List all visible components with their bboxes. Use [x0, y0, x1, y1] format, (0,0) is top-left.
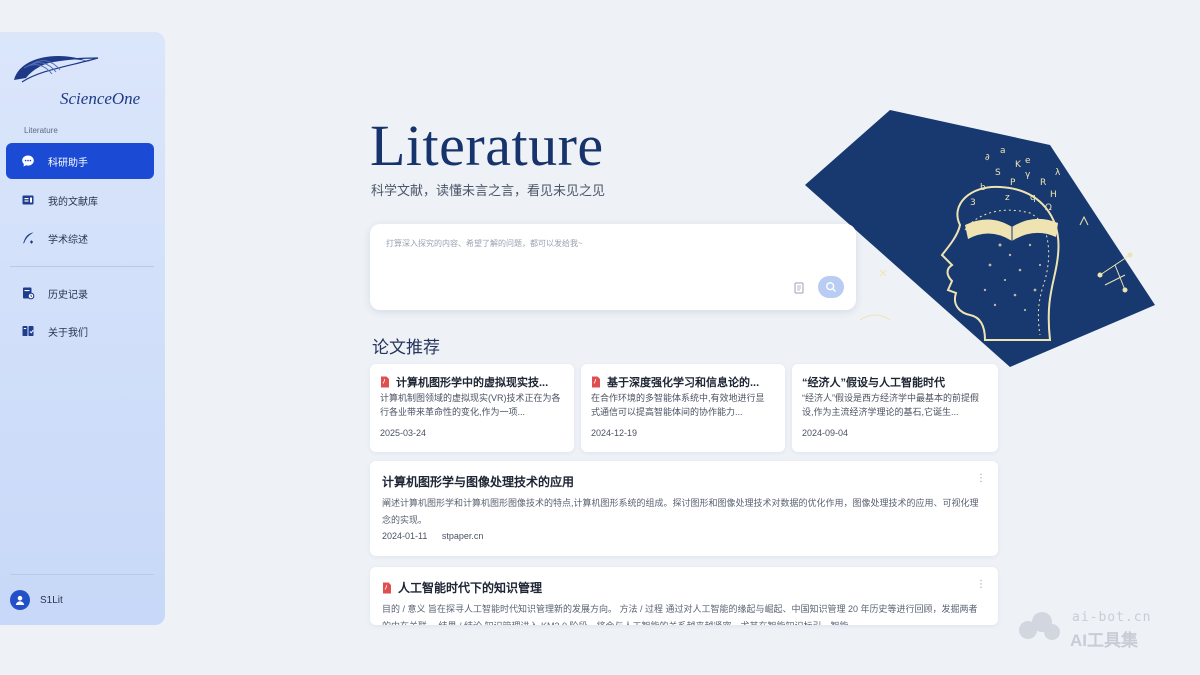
history-icon — [20, 285, 36, 301]
sidebar-item-history[interactable]: 历史记录 — [6, 275, 154, 311]
paper-date: 2024-01-11 — [382, 531, 428, 541]
svg-text:Ω: Ω — [1045, 203, 1052, 213]
sidebar-divider — [10, 574, 154, 575]
paper-list-item[interactable]: 人工智能时代下的知识管理 ⋮ 目的 / 意义 旨在探寻人工智能时代知识管理新的发… — [370, 567, 998, 625]
brand-name: ScienceOne — [60, 89, 141, 108]
svg-text:z: z — [1005, 193, 1010, 203]
paper-title: 计算机图形学中的虚拟现实技... — [396, 377, 549, 389]
paper-title: 基于深度强化学习和信息论的... — [607, 377, 760, 389]
more-options-icon[interactable]: ⋮ — [976, 473, 986, 484]
logo-swoosh-icon — [14, 56, 99, 83]
watermark-domain: ai-bot.cn — [1072, 610, 1152, 625]
sidebar-item-about-us[interactable]: 关于我们 — [6, 313, 154, 349]
paper-title: “经济人”假设与人工智能时代 — [802, 377, 945, 389]
avatar — [10, 590, 30, 610]
brand-logo[interactable]: ScienceOne — [10, 46, 155, 108]
paper-card[interactable]: 计算机图形学中的虚拟现实技... 计算机制图领域的虚拟现实(VR)技术正在为各行… — [370, 364, 574, 452]
search-icon — [826, 282, 836, 292]
section-title-paper-recommendations: 论文推荐 — [372, 338, 440, 357]
attachment-icon[interactable] — [794, 282, 804, 294]
svg-text:γ: γ — [1025, 170, 1031, 180]
svg-text:R: R — [1040, 178, 1046, 188]
about-icon — [20, 323, 36, 339]
sidebar-item-label: 关于我们 — [48, 327, 88, 339]
more-options-icon[interactable]: ⋮ — [976, 579, 986, 590]
paper-description: 在合作环境的多智能体系统中,有效地进行显式通信可以提高智能体间的协作能力... — [591, 393, 765, 417]
paper-card[interactable]: “经济人”假设与人工智能时代 “经济人”假设是西方经济学中最基本的前提假设,作为… — [792, 364, 998, 452]
sidebar: ScienceOne Literature 科研助手 我的文献库 学术综述 历史… — [0, 32, 165, 625]
svg-text:e: e — [1025, 156, 1031, 166]
svg-text:H: H — [1050, 190, 1057, 200]
search-input[interactable] — [384, 238, 828, 249]
paper-date: 2024-12-19 — [591, 428, 638, 438]
sidebar-item-label: 我的文献库 — [48, 196, 98, 208]
paper-title: 计算机图形学与图像处理技术的应用 — [382, 475, 575, 489]
sidebar-item-label: 历史记录 — [48, 289, 88, 301]
svg-text:S: S — [995, 168, 1001, 178]
quill-icon — [20, 230, 36, 246]
svg-text:∂: ∂ — [985, 153, 990, 163]
sidebar-divider — [10, 266, 154, 267]
sidebar-item-research-assistant[interactable]: 科研助手 — [6, 143, 154, 179]
chat-icon — [20, 153, 36, 169]
svg-text:P: P — [1010, 178, 1016, 188]
paper-description: 目的 / 意义 旨在探寻人工智能时代知识管理新的发展方向。 方法 / 过程 通过… — [382, 604, 978, 625]
sidebar-item-label: 科研助手 — [48, 157, 88, 169]
paper-description: 阐述计算机图形学和计算机图形图像技术的特点,计算机图形系统的组成。探讨图形和图像… — [382, 498, 979, 525]
watermark-logo-icon — [1019, 612, 1060, 640]
sidebar-section-label: Literature — [24, 126, 58, 135]
paper-date: 2024-09-04 — [802, 428, 849, 438]
paper-list-item[interactable]: 计算机图形学与图像处理技术的应用 ⋮ 阐述计算机图形学和计算机图形图像技术的特点… — [370, 461, 998, 556]
paper-card[interactable]: 基于深度强化学习和信息论的... 在合作环境的多智能体系统中,有效地进行显式通信… — [581, 364, 785, 452]
pdf-icon — [592, 376, 600, 388]
user-profile[interactable]: S1Lit — [10, 590, 63, 610]
paper-description: “经济人”假设是西方经济学中最基本的前提假设,作为主流经济学理论的基石,它诞生.… — [802, 393, 979, 417]
svg-text:λ: λ — [1055, 168, 1061, 178]
watermark: ai-bot.cn AI工具集 — [1014, 608, 1174, 650]
paper-source: stpaper.cn — [441, 531, 484, 541]
search-button[interactable] — [818, 276, 844, 298]
watermark-brand: AI工具集 — [1070, 631, 1138, 650]
pdf-icon — [383, 582, 391, 593]
paper-date: 2025-03-24 — [380, 428, 427, 438]
sidebar-item-label: 学术综述 — [48, 234, 88, 246]
paper-description: 计算机制图领域的虚拟现实(VR)技术正在为各行各业带来革命性的变化,作为一项..… — [380, 393, 561, 417]
svg-text:b: b — [980, 183, 986, 193]
svg-text:3: 3 — [970, 198, 976, 208]
user-name: S1Lit — [40, 594, 63, 606]
pdf-icon — [381, 376, 389, 388]
sidebar-item-academic-review[interactable]: 学术综述 — [6, 220, 154, 256]
svg-text:q: q — [1030, 193, 1036, 203]
page-title: Literature — [370, 113, 604, 178]
library-icon — [20, 192, 36, 208]
user-icon — [15, 595, 25, 605]
paper-title: 人工智能时代下的知识管理 — [398, 581, 543, 595]
svg-text:a: a — [1000, 146, 1006, 156]
search-box — [370, 224, 856, 310]
page-subtitle: 科学文献，读懂未言之言，看见未见之见 — [371, 183, 606, 198]
sidebar-item-my-library[interactable]: 我的文献库 — [6, 182, 154, 218]
